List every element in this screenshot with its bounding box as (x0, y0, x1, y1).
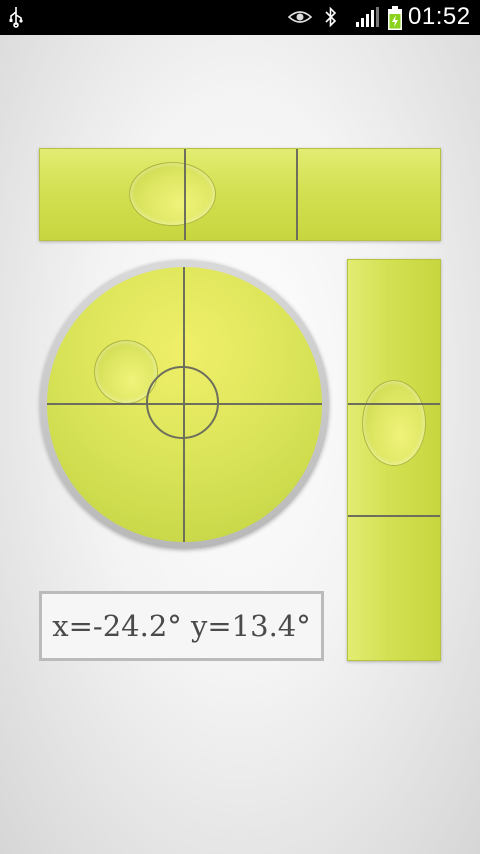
horizontal-bubble (129, 162, 216, 226)
angle-readout: x=-24.2° y=13.4° (39, 591, 324, 661)
horizontal-tick-left (184, 149, 186, 240)
horizontal-level-vial (39, 148, 441, 241)
signal-icon (356, 7, 379, 27)
bluetooth-icon (325, 6, 337, 28)
horizontal-tick-right (296, 149, 298, 240)
angle-readout-text: x=-24.2° y=13.4° (52, 609, 311, 643)
eye-icon (288, 11, 312, 23)
status-bar: 01:52 (0, 0, 480, 35)
bullseye-level (47, 267, 322, 542)
battery-charging-icon (388, 6, 402, 30)
vertical-level-vial (347, 259, 441, 661)
vertical-tick-bottom (348, 515, 440, 517)
usb-icon (9, 7, 23, 28)
vertical-tick-top (348, 403, 440, 405)
bullseye-center-ring (146, 366, 219, 439)
status-clock: 01:52 (408, 3, 471, 30)
vertical-bubble (362, 380, 426, 466)
